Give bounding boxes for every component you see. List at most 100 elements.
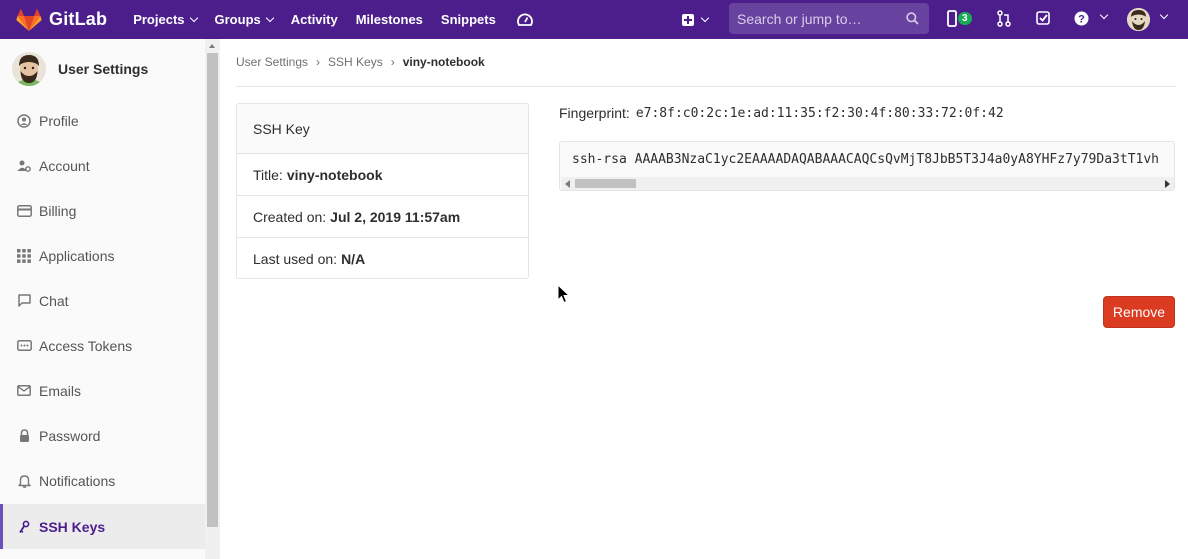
gitlab-tanuki-icon [16, 8, 42, 31]
nav-groups[interactable]: Groups [214, 12, 274, 27]
nav-activity[interactable]: Activity [291, 12, 338, 27]
scroll-up-arrow-icon[interactable] [209, 44, 215, 48]
brand-name: GitLab [49, 9, 108, 29]
fingerprint-value: e7:8f:c0:2c:1e:ad:11:35:f2:30:4f:80:33:7… [635, 105, 1004, 121]
chevron-right-icon: › [390, 55, 395, 69]
sidebar-item-billing[interactable]: Billing [0, 188, 205, 233]
key-title-value: viny-notebook [286, 166, 383, 183]
chevron-right-icon: › [316, 55, 321, 69]
sidebar-item-label: Account [39, 157, 90, 174]
nav-snippets-label: Snippets [440, 12, 496, 27]
applications-grid-icon [16, 248, 32, 264]
sidebar-item-label: Chat [39, 292, 69, 309]
card-header: SSH Key [237, 104, 528, 154]
breadcrumb-current[interactable]: viny-notebook [403, 55, 485, 69]
public-key-scrollbar[interactable] [561, 177, 1174, 190]
profile-icon [16, 113, 32, 129]
notifications-bell-icon [16, 473, 32, 489]
key-created-label: Created on: [253, 208, 327, 225]
breadcrumb: User Settings › SSH Keys › viny-notebook [236, 55, 485, 69]
nav-new-dropdown[interactable] [682, 0, 710, 39]
comment-icon [16, 293, 32, 309]
key-created-row: Created on: Jul 2, 2019 11:57am [237, 196, 528, 238]
sidebar-item-label: Access Tokens [39, 337, 133, 354]
public-key-box[interactable]: ssh-rsa AAAAB3NzaC1yc2EAAAADAQABAAACAQCs… [559, 141, 1175, 191]
sidebar-item-ssh-keys[interactable]: SSH Keys [0, 504, 205, 549]
sidebar-item-label: SSH Keys [39, 518, 106, 535]
lock-icon [16, 428, 32, 444]
sidebar-item-label: Emails [39, 382, 82, 399]
chevron-down-icon [700, 13, 710, 23]
search-input[interactable]: Search or jump to… [729, 3, 929, 34]
breadcrumb-divider [236, 86, 1176, 87]
avatar-face-icon [12, 52, 46, 86]
key-title-row: Title: viny-notebook [237, 154, 528, 196]
key-last-used-label: Last used on: [253, 251, 338, 267]
public-key-scrollbar-thumb[interactable] [575, 179, 636, 188]
performance-gauge-icon[interactable] [516, 11, 534, 29]
sidebar-item-chat[interactable]: Chat [0, 278, 205, 323]
chevron-down-icon [1099, 10, 1109, 20]
merge-request-icon[interactable] [997, 10, 1011, 27]
top-navbar: GitLab Projects Groups Activity Mileston… [0, 0, 1188, 39]
avatar-face-icon [1127, 8, 1150, 31]
nav-milestones[interactable]: Milestones [356, 12, 423, 27]
nav-milestones-label: Milestones [355, 12, 423, 27]
breadcrumb-user-settings[interactable]: User Settings [236, 55, 308, 69]
sidebar-item-account[interactable]: Account [0, 143, 205, 188]
fingerprint: Fingerprint: e7:8f:c0:2c:1e:ad:11:35:f2:… [559, 105, 1004, 121]
sidebar-title: User Settings [58, 61, 149, 77]
scroll-left-arrow-icon[interactable] [565, 180, 570, 188]
fingerprint-label: Fingerprint: [559, 105, 630, 121]
nav-activity-label: Activity [290, 12, 338, 27]
sidebar-scrollbar-thumb[interactable] [207, 53, 218, 527]
nav-groups-label: Groups [214, 12, 261, 27]
help-icon[interactable]: ? [1074, 10, 1089, 27]
key-title-label: Title: [253, 166, 283, 183]
sidebar-item-label: Password [39, 427, 101, 444]
chevron-down-icon [265, 13, 274, 23]
plus-square-icon [682, 13, 694, 26]
nav-projects-label: Projects [133, 12, 185, 27]
sidebar-item-label: Billing [39, 202, 77, 219]
sidebar-scrollbar[interactable] [205, 39, 220, 559]
key-last-used-value: N/A [341, 251, 366, 267]
nav-projects[interactable]: Projects [133, 12, 198, 27]
chevron-down-icon [1159, 10, 1169, 20]
gitlab-logo[interactable]: GitLab [16, 8, 107, 32]
mail-icon [16, 383, 32, 399]
ssh-key-info-card: SSH Key Title: viny-notebook Created on:… [236, 103, 529, 279]
user-avatar[interactable] [1127, 8, 1150, 31]
search-icon [906, 12, 919, 25]
main-nav: Projects Groups Activity Milestones Snip… [133, 11, 534, 29]
sidebar-item-notifications[interactable]: Notifications [0, 458, 205, 503]
sidebar-item-access-tokens[interactable]: Access Tokens [0, 323, 205, 368]
account-icon [16, 158, 32, 174]
svg-text:?: ? [1078, 14, 1085, 26]
scroll-right-arrow-icon[interactable] [1165, 180, 1170, 188]
key-icon [16, 519, 32, 535]
key-last-used-row: Last used on: N/A [237, 238, 528, 280]
sidebar-avatar [12, 52, 46, 86]
nav-snippets[interactable]: Snippets [441, 12, 496, 27]
chevron-down-icon [189, 13, 198, 23]
search-placeholder: Search or jump to… [737, 10, 862, 27]
sidebar-item-emails[interactable]: Emails [0, 368, 205, 413]
sidebar-item-applications[interactable]: Applications [0, 233, 205, 278]
sidebar-item-password[interactable]: Password [0, 413, 205, 458]
mouse-cursor-icon [557, 284, 571, 304]
remove-button[interactable]: Remove [1103, 296, 1175, 328]
sidebar-item-label: Applications [39, 247, 115, 264]
todo-checkbox-icon[interactable] [1036, 10, 1051, 27]
public-key-text[interactable]: ssh-rsa AAAAB3NzaC1yc2EAAAADAQABAAACAQCs… [572, 152, 1159, 167]
sidebar-item-label: Profile [39, 112, 79, 129]
settings-sidebar: User Settings Profile Account Billing Ap… [0, 39, 220, 559]
sidebar-header[interactable]: User Settings [12, 52, 148, 86]
credit-card-icon [16, 203, 32, 219]
breadcrumb-ssh-keys[interactable]: SSH Keys [328, 55, 383, 69]
sidebar-item-label: Notifications [39, 472, 116, 489]
issues-count-badge: 3 [958, 12, 972, 25]
sidebar-item-profile[interactable]: Profile [0, 98, 205, 143]
token-icon [16, 338, 32, 354]
key-created-value: Jul 2, 2019 11:57am [330, 208, 461, 225]
